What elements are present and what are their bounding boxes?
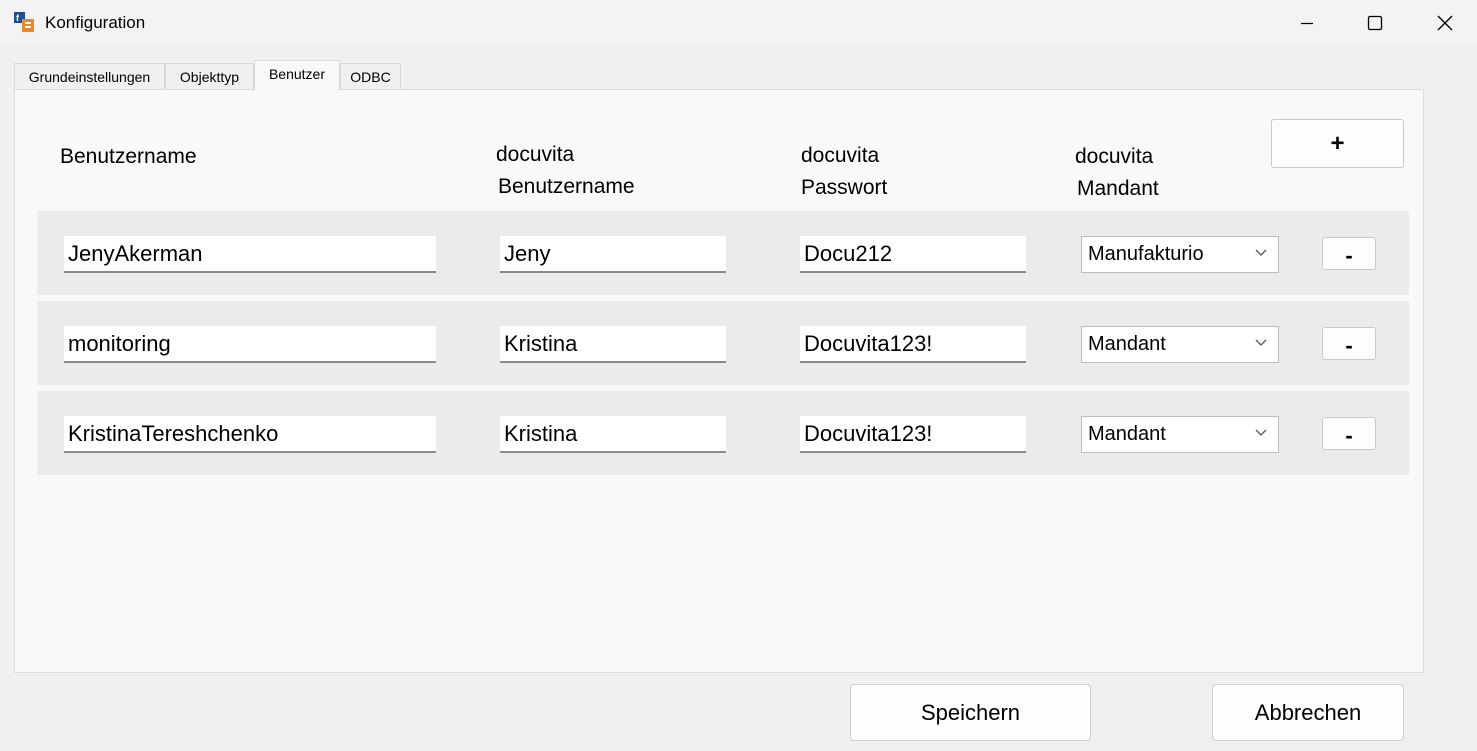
save-label: Speichern <box>920 699 1021 725</box>
select-value: Mandant <box>1088 423 1166 445</box>
user-row: monitoring Kristina Docuvita123! Mandant… <box>37 301 1409 385</box>
column-header-line: Passwort <box>801 176 888 199</box>
close-icon <box>1437 15 1453 31</box>
input-value: Kristina <box>504 330 578 356</box>
user-row: JenyAkerman Jeny Docu212 Manufakturio - <box>37 211 1409 295</box>
docuvita-password-input[interactable]: Docuvita123! <box>800 416 1026 453</box>
select-value: Manufakturio <box>1088 243 1204 265</box>
title-bar: f Konfiguration <box>0 0 1477 46</box>
docuvita-password-input[interactable]: Docuvita123! <box>800 326 1026 363</box>
benutzer-panel: Benutzername docuvita Benutzername docuv… <box>14 89 1424 673</box>
maximize-button[interactable] <box>1340 0 1410 46</box>
mandant-select[interactable]: Mandant <box>1081 326 1279 363</box>
column-header-username: Benutzername <box>60 141 197 173</box>
docuvita-password-input[interactable]: Docu212 <box>800 236 1026 273</box>
username-input[interactable]: KristinaTereshchenko <box>64 416 436 453</box>
username-input[interactable]: monitoring <box>64 326 436 363</box>
mandant-select[interactable]: Mandant <box>1081 416 1279 453</box>
add-user-label: + <box>1330 129 1345 157</box>
docuvita-username-input[interactable]: Kristina <box>500 416 726 453</box>
column-header-docuvita-mandant: docuvita Mandant <box>1075 141 1159 205</box>
minimize-button[interactable] <box>1272 0 1342 46</box>
tab-label: Grundeinstellungen <box>28 69 151 85</box>
docuvita-username-input[interactable]: Kristina <box>500 326 726 363</box>
minimize-icon <box>1301 22 1313 25</box>
tab-label: Benutzer <box>268 66 326 82</box>
column-header-line: docuvita <box>801 144 880 167</box>
username-input[interactable]: JenyAkerman <box>64 236 436 273</box>
cancel-label: Abbrechen <box>1254 699 1362 725</box>
user-row: KristinaTereshchenko Kristina Docuvita12… <box>37 391 1409 475</box>
save-button[interactable]: Speichern <box>850 684 1091 741</box>
tab-benutzer[interactable]: Benutzer <box>254 60 340 90</box>
input-value: Kristina <box>504 420 578 446</box>
remove-user-label: - <box>1345 242 1353 268</box>
maximize-icon <box>1367 15 1383 31</box>
remove-user-button[interactable]: - <box>1322 237 1376 270</box>
window-title: Konfiguration <box>45 13 146 32</box>
input-value: Docu212 <box>804 240 893 266</box>
input-value: JenyAkerman <box>68 240 203 266</box>
cancel-button[interactable]: Abbrechen <box>1212 684 1404 741</box>
tab-label: Objekttyp <box>179 69 240 85</box>
input-value: KristinaTereshchenko <box>68 420 279 446</box>
chevron-down-icon <box>1255 249 1267 256</box>
remove-user-button[interactable]: - <box>1322 327 1376 360</box>
docuvita-username-input[interactable]: Jeny <box>500 236 726 273</box>
column-header-text: Benutzername <box>60 145 197 168</box>
chevron-down-icon <box>1255 339 1267 346</box>
column-header-docuvita-password: docuvita Passwort <box>801 140 887 204</box>
app-icon: f <box>14 12 34 32</box>
select-value: Mandant <box>1088 333 1166 355</box>
column-header-line: docuvita <box>1075 145 1154 168</box>
tab-grundeinstellungen[interactable]: Grundeinstellungen <box>14 63 165 90</box>
remove-user-label: - <box>1345 422 1353 448</box>
input-value: Docuvita123! <box>804 420 933 446</box>
tab-label: ODBC <box>350 69 391 85</box>
tab-odbc[interactable]: ODBC <box>340 63 401 90</box>
column-header-docuvita-username: docuvita Benutzername <box>496 139 635 203</box>
close-button[interactable] <box>1410 0 1477 46</box>
tab-objekttyp[interactable]: Objekttyp <box>165 63 254 90</box>
column-header-line: Mandant <box>1077 177 1159 200</box>
input-value: Docuvita123! <box>804 330 933 356</box>
remove-user-button[interactable]: - <box>1322 417 1376 450</box>
mandant-select[interactable]: Manufakturio <box>1081 236 1279 273</box>
input-value: monitoring <box>68 330 171 356</box>
chevron-down-icon <box>1255 429 1267 436</box>
remove-user-label: - <box>1345 332 1353 358</box>
column-header-line: Benutzername <box>498 175 635 198</box>
input-value: Jeny <box>504 240 551 266</box>
column-header-line: docuvita <box>496 143 575 166</box>
add-user-button[interactable]: + <box>1271 119 1404 168</box>
